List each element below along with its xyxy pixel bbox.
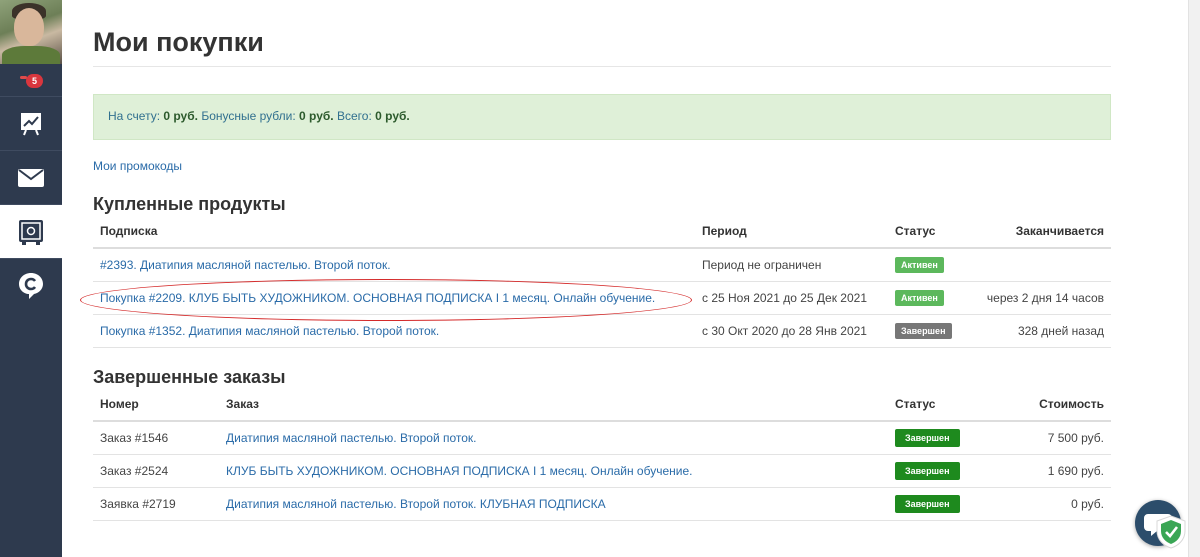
promo-codes-link[interactable]: Мои промокоды <box>93 159 182 173</box>
status-badge: Активен <box>895 289 944 306</box>
order-link[interactable]: КЛУБ БЫТЬ ХУДОЖНИКОМ. ОСНОВНАЯ ПОДПИСКА … <box>226 464 692 478</box>
bonus-label: Бонусные рубли: <box>201 109 296 123</box>
total-label: Всего: <box>336 109 372 123</box>
purchased-section-title: Купленные продукты <box>93 194 286 214</box>
notification-badge: 5 <box>26 74 43 88</box>
table-row: Заявка #2719 Диатипия масляной пастелью.… <box>93 487 1111 521</box>
table-row: #2393. Диатипия масляной пастелью. Второ… <box>93 248 1111 282</box>
orders-section-title: Завершенные заказы <box>93 367 286 387</box>
shield-check-icon[interactable] <box>1155 515 1187 549</box>
product-period: с 30 Окт 2020 до 28 Янв 2021 <box>695 314 888 348</box>
column-header-period: Период <box>695 214 888 249</box>
table-row: Заказ #1546 Диатипия масляной пастелью. … <box>93 421 1111 455</box>
order-link[interactable]: Диатипия масляной пастелью. Второй поток… <box>226 497 606 511</box>
product-period: Период не ограничен <box>695 248 888 282</box>
status-badge: Активен <box>895 256 944 273</box>
orders-table: Номер Заказ Статус Стоимость Заказ #1546… <box>93 387 1111 521</box>
product-ends <box>973 248 1111 282</box>
product-link[interactable]: Покупка #1352. Диатипия масляной пастель… <box>100 324 439 338</box>
avatar[interactable] <box>0 0 62 64</box>
status-badge: Завершен <box>895 428 960 447</box>
chart-icon <box>21 112 41 135</box>
status-badge: Завершен <box>895 494 960 513</box>
account-label: На счету: <box>108 109 161 123</box>
order-price: 1 690 руб. <box>973 454 1111 488</box>
total-value: 0 руб. <box>375 109 410 123</box>
column-header-ends: Заканчивается <box>973 214 1111 249</box>
safe-icon <box>19 219 43 245</box>
table-row: Заказ #2524 КЛУБ БЫТЬ ХУДОЖНИКОМ. ОСНОВН… <box>93 454 1111 488</box>
avatar-shirt <box>2 46 60 64</box>
order-link[interactable]: Диатипия масляной пастелью. Второй поток… <box>226 431 477 445</box>
table-row: Покупка #2209. КЛУБ БЫТЬ ХУДОЖНИКОМ. ОСН… <box>93 281 1111 315</box>
status-badge: Завершен <box>895 461 960 480</box>
purchased-table: Подписка Период Статус Заканчивается #23… <box>93 214 1111 348</box>
balance-panel: На счету: 0 руб. Бонусные рубли: 0 руб. … <box>93 94 1111 140</box>
order-price: 0 руб. <box>973 487 1111 521</box>
product-period: с 25 Ноя 2021 до 25 Дек 2021 <box>695 281 888 315</box>
page-title: Мои покупки <box>93 27 264 57</box>
product-ends: 328 дней назад <box>973 314 1111 348</box>
page-scrollbar[interactable] <box>1188 0 1200 557</box>
mail-icon <box>18 168 44 187</box>
order-number: Заказ #2524 <box>93 454 219 488</box>
sidebar: 5 <box>0 0 62 557</box>
sidebar-item-brand[interactable] <box>0 258 62 312</box>
column-header-price: Стоимость <box>973 387 1111 422</box>
status-badge: Завершен <box>895 322 952 339</box>
sidebar-item-purchases[interactable] <box>0 204 62 258</box>
notifications[interactable]: 5 <box>0 64 62 96</box>
sidebar-item-messages[interactable] <box>0 150 62 204</box>
account-value: 0 руб. <box>163 109 198 123</box>
table-row: Покупка #1352. Диатипия масляной пастель… <box>93 314 1111 348</box>
title-divider <box>93 66 1111 67</box>
order-price: 7 500 руб. <box>973 421 1111 455</box>
column-header-order-status: Статус <box>888 387 973 422</box>
brand-icon <box>19 272 43 299</box>
order-number: Заявка #2719 <box>93 487 219 521</box>
column-header-subscription: Подписка <box>93 214 695 249</box>
sidebar-item-stats[interactable] <box>0 96 62 150</box>
order-number: Заказ #1546 <box>93 421 219 455</box>
column-header-order: Заказ <box>219 387 888 422</box>
product-link[interactable]: Покупка #2209. КЛУБ БЫТЬ ХУДОЖНИКОМ. ОСН… <box>100 291 655 305</box>
column-header-status: Статус <box>888 214 973 249</box>
avatar-face <box>14 8 44 46</box>
product-ends: через 2 дня 14 часов <box>973 281 1111 315</box>
product-link[interactable]: #2393. Диатипия масляной пастелью. Второ… <box>100 258 391 272</box>
column-header-number: Номер <box>93 387 219 422</box>
bonus-value: 0 руб. <box>299 109 334 123</box>
